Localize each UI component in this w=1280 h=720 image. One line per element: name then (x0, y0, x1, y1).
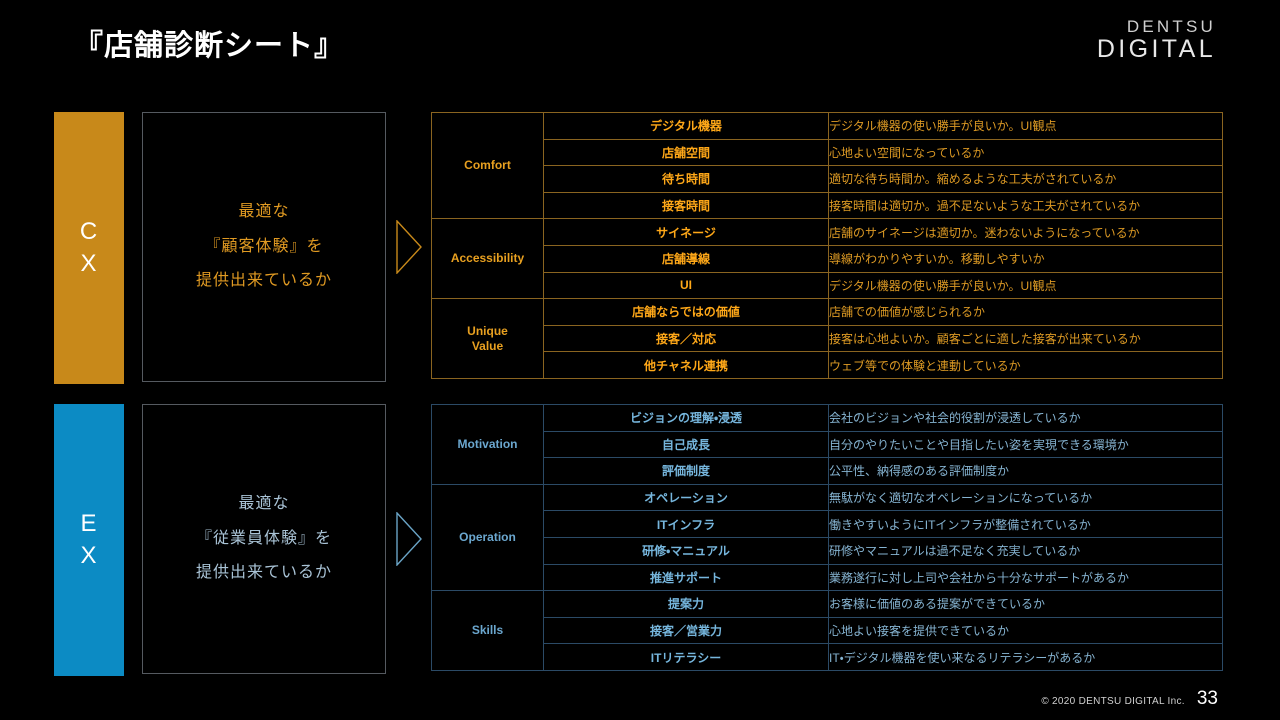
item-cell: 推進サポート (543, 563, 829, 592)
item-cell: 店舗空間 (543, 138, 829, 167)
table-row: 店舗空間 心地よい空間になっているか (432, 138, 1223, 167)
category-cell: Skills (431, 590, 544, 671)
description-cell: 適切な待ち時間か。縮めるような工夫がされているか (828, 165, 1223, 193)
category-cell: Comfort (431, 111, 544, 220)
statement-line: 『顧客体験』を (204, 237, 324, 255)
statement-box-ex: 最適な『従業員体験』を 提供出来ているか (142, 404, 386, 674)
item-cell: 接客／対応 (543, 324, 829, 353)
table-row: Motivation ビジョンの理解・浸透 会社のビジョンや社会的役割が浸透している… (431, 404, 1223, 485)
table-row: 店舗導線 導線がわかりやすいか。移動しやすいか (432, 244, 1223, 273)
slide-footer: © 2020 DENTSU DIGITAL Inc. 33 (1041, 688, 1218, 710)
table-row: 接客／対応 接客は心地よいか。顧客ごとに適した接客が出来ているか (432, 324, 1223, 353)
arrow-right-icon (396, 512, 422, 566)
table-row: Comfort デジタル機器 デジタル機器の使い勝手が良いか。UI観点 (431, 111, 1223, 220)
item-cell: 他チャネル連携 (543, 351, 829, 379)
axis-label-cx: CX (54, 112, 124, 384)
table-row: 自己成長 自分のやりたいことや目指したい姿を実現できる環境か (432, 430, 1223, 459)
axis-label-char: C (79, 217, 99, 245)
description-cell: 接客時間は適切か。過不足ないような工夫がされているか (828, 191, 1223, 220)
page-number: 33 (1196, 688, 1218, 709)
item-cell: 接客／営業力 (543, 616, 829, 645)
copyright-text: © 2020 DENTSU DIGITAL Inc. (1041, 696, 1185, 707)
item-cell: サイネージ (543, 218, 829, 246)
item-cell: デジタル機器 (543, 112, 829, 140)
statement-box-cx: 最適な『顧客体験』を 提供出来ているか (142, 112, 386, 382)
item-cell: 自己成長 (543, 430, 829, 459)
table-row: Skills 提案力 お客様に価値のある提案ができているか (431, 590, 1223, 671)
description-cell: 研修やマニュアルは過不足なく充実しているか (828, 536, 1223, 565)
item-cell: 接客時間 (543, 191, 829, 220)
table-row: Operation オペレーション 無駄がなく適切なオペレーションになっているか (431, 483, 1223, 592)
axis-label-char: E (80, 509, 98, 537)
table-row: 他チャネル連携 ウェブ等での体験と連動しているか (432, 351, 1223, 379)
page-title: 『店舗診断シート』 (74, 30, 345, 62)
description-cell: 働きやすいようにITインフラが整備されているか (828, 510, 1223, 538)
description-cell: 公平性、納得感のある評価制度か (828, 457, 1223, 485)
description-cell: ウェブ等での体験と連動しているか (828, 351, 1223, 379)
table-row: UI デジタル機器の使い勝手が良いか。UI観点 (432, 271, 1223, 300)
table-row: 接客時間 接客時間は適切か。過不足ないような工夫がされているか (432, 191, 1223, 220)
statement-line: 提供出来ているか (195, 564, 332, 582)
logo-text-digital: DIGITAL (1096, 35, 1216, 63)
table-row: ITインフラ 働きやすいようにITインフラが整備されているか (432, 510, 1223, 538)
category-cell: Unique Value (431, 298, 544, 379)
arrow-right-icon (396, 220, 422, 274)
statement-line: 最適な (238, 203, 290, 221)
axis-label-char: X (80, 250, 98, 277)
table-row: 推進サポート 業務遂行に対し上司や会社から十分なサポートがあるか (432, 563, 1223, 592)
description-cell: デジタル機器の使い勝手が良いか。UI観点 (828, 112, 1223, 140)
item-cell: ビジョンの理解・浸透 (543, 404, 829, 432)
description-cell: 心地よい空間になっているか (828, 138, 1223, 167)
item-cell: 評価制度 (543, 457, 829, 485)
category-cell: Accessibility (431, 218, 544, 300)
item-cell: オペレーション (543, 483, 829, 512)
axis-label-ex: EX (54, 404, 124, 676)
item-cell: 研修・マニュアル (543, 536, 829, 565)
table-row: ITリテラシー IT・デジタル機器を使い来なるリテラシーがあるか (432, 643, 1223, 671)
description-cell: 業務遂行に対し上司や会社から十分なサポートがあるか (828, 563, 1223, 592)
category-cell: Motivation (431, 404, 544, 485)
description-cell: 接客は心地よいか。顧客ごとに適した接客が出来ているか (828, 324, 1223, 353)
description-cell: 会社のビジョンや社会的役割が浸透しているか (828, 404, 1223, 432)
description-cell: お客様に価値のある提案ができているか (828, 590, 1223, 618)
statement-line: 『従業員体験』を (195, 529, 332, 547)
item-cell: 店舗ならではの価値 (543, 298, 829, 326)
table-row: Unique Value 店舗ならではの価値 店舗での価値が感じられるか (431, 298, 1223, 379)
table-row: 研修・マニュアル 研修やマニュアルは過不足なく充実しているか (432, 536, 1223, 565)
item-cell: ITリテラシー (543, 643, 829, 671)
table-row: 評価制度 公平性、納得感のある評価制度か (432, 457, 1223, 485)
description-cell: 心地よい接客を提供できているか (828, 616, 1223, 645)
diagnosis-matrix-ex: Motivation ビジョンの理解・浸透 会社のビジョンや社会的役割が浸透している… (431, 404, 1223, 671)
description-cell: 店舗のサイネージは適切か。迷わないようになっているか (828, 218, 1223, 246)
table-row: 接客／営業力 心地よい接客を提供できているか (432, 616, 1223, 645)
table-row: Accessibility サイネージ 店舗のサイネージは適切か。迷わないようになっ… (431, 218, 1223, 300)
description-cell: 自分のやりたいことや目指したい姿を実現できる環境か (828, 430, 1223, 459)
description-cell: 無駄がなく適切なオペレーションになっているか (828, 483, 1223, 512)
item-cell: 店舗導線 (543, 244, 829, 273)
table-row: 待ち時間 適切な待ち時間か。縮めるような工夫がされているか (432, 165, 1223, 193)
logo-text-dentsu: DENTSU (1126, 17, 1216, 36)
description-cell: IT・デジタル機器を使い来なるリテラシーがあるか (828, 643, 1223, 671)
statement-line: 提供出来ているか (195, 272, 332, 290)
statement-line: 最適な (238, 495, 290, 513)
item-cell: ITインフラ (543, 510, 829, 538)
category-cell: Operation (431, 483, 544, 592)
description-cell: 導線がわかりやすいか。移動しやすいか (828, 244, 1223, 273)
item-cell: 待ち時間 (543, 165, 829, 193)
item-cell: UI (543, 271, 829, 300)
description-cell: デジタル機器の使い勝手が良いか。UI観点 (828, 271, 1223, 300)
description-cell: 店舗での価値が感じられるか (828, 298, 1223, 326)
dentsu-digital-logo: DENTSU DIGITAL (1097, 18, 1216, 62)
axis-label-char: X (80, 542, 98, 569)
item-cell: 提案力 (543, 590, 829, 618)
diagnosis-matrix-cx: Comfort デジタル機器 デジタル機器の使い勝手が良いか。UI観点 店舗空間 心地よ… (431, 111, 1223, 379)
